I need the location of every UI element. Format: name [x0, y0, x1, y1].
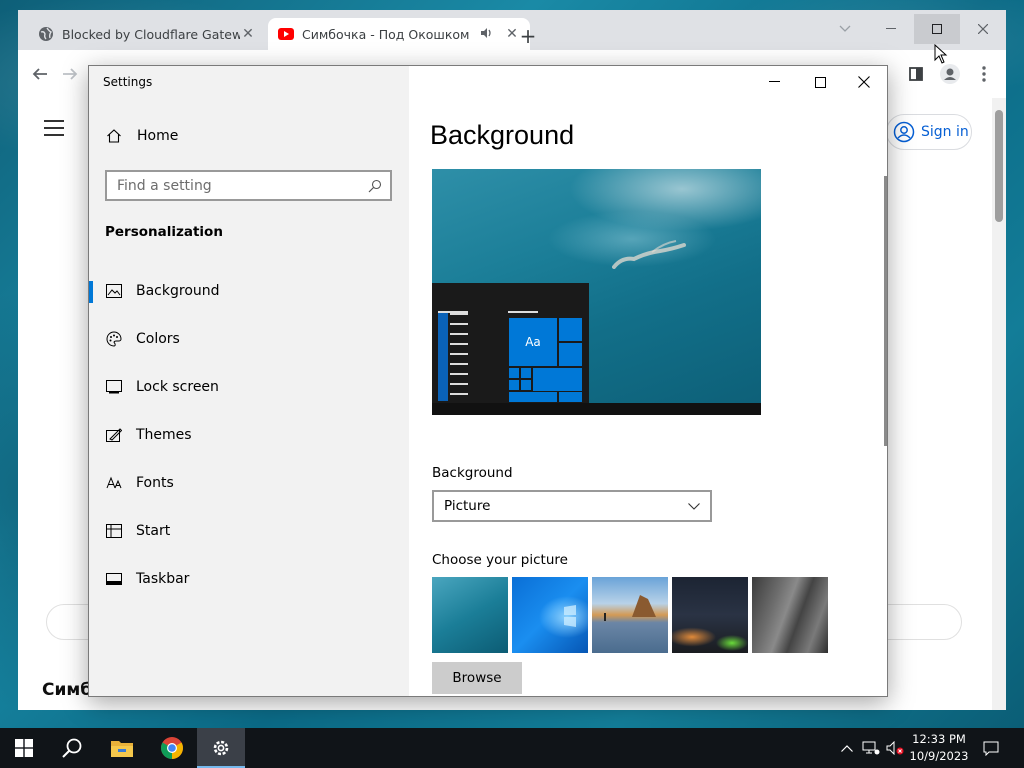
file-explorer-icon	[111, 741, 133, 757]
nav-label: Background	[136, 283, 220, 299]
file-explorer-button[interactable]	[98, 728, 146, 768]
picture-icon	[105, 284, 123, 298]
select-value: Picture	[444, 498, 491, 514]
forward-arrow-icon[interactable]	[58, 62, 82, 86]
search-input[interactable]: Find a setting	[105, 170, 392, 201]
nav-item-taskbar[interactable]: Taskbar	[89, 559, 409, 599]
fonts-icon	[105, 476, 123, 490]
settings-window: Settings Home Find a setting Personaliza…	[88, 65, 888, 697]
page-scrollbar[interactable]	[992, 98, 1006, 710]
maximize-button[interactable]	[914, 14, 960, 44]
nav-item-lock-screen[interactable]: Lock screen	[89, 367, 409, 407]
background-preview: Aa	[432, 169, 761, 415]
picture-thumbnail-windows[interactable]	[512, 577, 588, 653]
nav-item-themes[interactable]: Themes	[89, 415, 409, 455]
settings-maximize-button[interactable]	[797, 66, 843, 98]
tab-strip: Blocked by Cloudflare Gateway ✕ Симбочка…	[18, 10, 1006, 50]
settings-taskbar-button[interactable]	[197, 728, 245, 768]
nav-label: Start	[136, 523, 171, 539]
youtube-icon	[278, 26, 294, 42]
show-hidden-icons-chevron-icon[interactable]	[838, 728, 856, 768]
section-title: Personalization	[105, 224, 223, 240]
mouse-cursor-icon	[934, 44, 948, 64]
tab-search-icon[interactable]	[822, 14, 868, 44]
taskbar-search-button[interactable]	[48, 728, 96, 768]
hamburger-menu-icon[interactable]	[44, 120, 64, 141]
swimmer-figure	[612, 240, 686, 269]
palette-icon	[105, 331, 123, 347]
themes-icon	[105, 427, 123, 443]
chrome-button[interactable]	[148, 728, 196, 768]
lock-screen-icon	[105, 380, 123, 394]
background-type-select[interactable]: Picture	[432, 490, 712, 522]
taskbar-icon	[105, 573, 123, 585]
tab-label: Симбочка - Под Окошком	[302, 26, 470, 42]
clock-date: 10/9/2023	[909, 749, 969, 763]
preview-tile: Aa	[508, 317, 558, 367]
account-icon	[893, 121, 915, 143]
windows-logo-icon	[15, 739, 33, 757]
sign-in-button[interactable]: Sign in	[886, 114, 972, 150]
reading-list-icon[interactable]	[904, 62, 928, 86]
picture-thumbnail-night-sky[interactable]	[672, 577, 748, 653]
volume-muted-icon[interactable]	[884, 728, 906, 768]
settings-minimize-button[interactable]	[751, 66, 797, 98]
picture-thumbnail-underwater[interactable]	[432, 577, 508, 653]
nav-item-colors[interactable]: Colors	[89, 319, 409, 359]
clock-time: 12:33 PM	[912, 732, 966, 746]
nav-label: Taskbar	[136, 571, 190, 587]
search-icon	[368, 179, 382, 193]
globe-icon	[38, 26, 54, 42]
preview-start-menu: Aa	[432, 283, 589, 403]
tab-cloudflare[interactable]: Blocked by Cloudflare Gateway ✕	[28, 18, 266, 50]
preview-taskbar	[432, 403, 761, 415]
nav-label: Lock screen	[136, 379, 219, 395]
start-button[interactable]	[0, 728, 48, 768]
audio-playing-icon[interactable]	[480, 27, 494, 42]
settings-close-button[interactable]	[841, 66, 887, 98]
home-icon	[105, 128, 123, 144]
close-window-button[interactable]	[960, 14, 1006, 44]
home-label: Home	[137, 128, 179, 144]
start-icon	[105, 524, 123, 538]
picture-thumbnail-beach[interactable]	[592, 577, 668, 653]
search-icon	[62, 738, 82, 758]
profile-avatar-icon[interactable]	[938, 62, 962, 86]
minimize-button[interactable]	[868, 14, 914, 44]
close-tab-icon[interactable]: ✕	[240, 26, 256, 42]
picture-thumbnails	[432, 577, 832, 653]
tab-label: Blocked by Cloudflare Gateway	[62, 26, 240, 42]
notifications-icon[interactable]	[980, 728, 1002, 768]
chevron-down-icon	[688, 502, 700, 510]
nav-label: Colors	[136, 331, 180, 347]
search-placeholder: Find a setting	[117, 177, 212, 194]
settings-gear-icon	[213, 740, 229, 756]
network-icon[interactable]	[860, 728, 882, 768]
tab-youtube[interactable]: Симбочка - Под Окошком ✕	[268, 18, 530, 50]
background-label: Background	[432, 465, 513, 481]
nav-item-fonts[interactable]: Fonts	[89, 463, 409, 503]
sign-in-label: Sign in	[921, 124, 969, 140]
windows-taskbar: 12:33 PM 10/9/2023	[0, 728, 1024, 768]
nav-label: Themes	[136, 427, 192, 443]
browse-button[interactable]: Browse	[432, 662, 522, 694]
settings-scrollbar[interactable]	[884, 176, 887, 446]
back-arrow-icon[interactable]	[28, 62, 52, 86]
more-menu-icon[interactable]	[972, 62, 996, 86]
new-tab-button[interactable]: +	[516, 24, 540, 48]
chrome-icon	[161, 737, 183, 759]
system-clock[interactable]: 12:33 PM 10/9/2023	[904, 731, 974, 765]
settings-content: Background Aa Background Picture Choose …	[409, 66, 887, 696]
choose-picture-label: Choose your picture	[432, 552, 568, 568]
picture-thumbnail-rock[interactable]	[752, 577, 828, 653]
settings-sidebar: Settings Home Find a setting Personaliza…	[89, 66, 409, 696]
page-title: Background	[430, 120, 575, 150]
nav-item-start[interactable]: Start	[89, 511, 409, 551]
window-title: Settings	[103, 75, 153, 89]
nav-label: Fonts	[136, 475, 174, 491]
home-link[interactable]: Home	[105, 128, 178, 144]
nav-item-background[interactable]: Background	[89, 271, 409, 311]
